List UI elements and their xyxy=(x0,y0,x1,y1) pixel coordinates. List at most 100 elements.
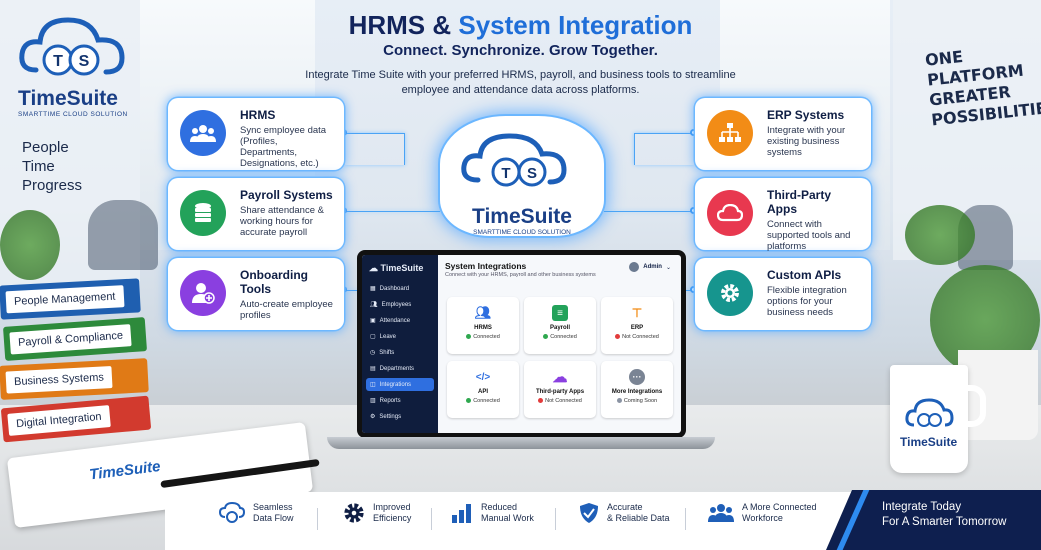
cta-banner: Integrate Today For A Smarter Tomorrow xyxy=(826,490,1041,550)
sidebar-item-leave[interactable]: ▢ Leave xyxy=(366,330,434,343)
sidebar-item-employees[interactable]: 👥︎ Employees xyxy=(366,298,434,311)
laptop: ☁ TimeSuite ▦ Dashboard 👥︎ Employees ▣ Atte… xyxy=(357,250,686,438)
ts-logo-icon: T S xyxy=(461,133,567,187)
cloud-sync-icon xyxy=(219,502,245,523)
app-window: ☁ TimeSuite ▦ Dashboard 👥︎ Employees ▣ Atte… xyxy=(362,255,681,433)
people-icon: 👥︎ xyxy=(370,302,378,308)
team-icon xyxy=(708,504,734,522)
card-title: Third-Party Apps xyxy=(767,188,832,216)
brand-sub: SMARTTIME CLOUD SOLUTION xyxy=(18,111,128,118)
integration-tile-third-party[interactable]: ☁ Third-party Apps Not Connected xyxy=(524,361,596,418)
card-desc: Share attendance & working hours for acc… xyxy=(240,205,324,238)
sidebar-item-settings[interactable]: ⚙ Settings xyxy=(366,410,434,423)
feature-item: Accurate & Reliable Data xyxy=(579,502,670,524)
app-brand: ☁ TimeSuite xyxy=(369,263,424,273)
card-title: Onboarding Tools xyxy=(240,268,308,296)
sidebar-item-shifts[interactable]: ◷ Shifts xyxy=(366,346,434,359)
card-hrms: HRMS Sync employee data (Profiles, Depar… xyxy=(168,98,344,170)
binder: Payroll & Compliance xyxy=(2,317,148,361)
database-icon xyxy=(180,190,226,236)
cloud-logo-icon: T S xyxy=(19,17,125,76)
clock-icon: ◷ xyxy=(370,350,376,356)
people-icon xyxy=(180,110,226,156)
status-dot xyxy=(616,398,622,404)
card-erp: ERP Systems Integrate with your existing… xyxy=(695,98,871,170)
chevron-down-icon: ⌄ xyxy=(665,264,671,271)
document-icon: ≡ xyxy=(552,305,568,321)
feature-item: Reduced Manual Work xyxy=(451,502,534,524)
divider xyxy=(685,508,686,530)
integration-tile-erp[interactable]: ⊤ ERP Not Connected xyxy=(601,297,673,354)
add-user-icon xyxy=(180,270,226,316)
building-icon: ▤ xyxy=(370,366,376,372)
svg-text:S: S xyxy=(79,53,90,70)
app-page-subtitle: Connect with your HRMS, payroll and othe… xyxy=(445,272,596,278)
tagline: Connect. Synchronize. Grow Together. xyxy=(383,42,658,59)
shield-check-icon xyxy=(580,503,598,523)
status-dot xyxy=(466,398,472,404)
cta-line1: Integrate Today xyxy=(882,501,962,513)
cloud-icon xyxy=(707,190,753,236)
hierarchy-icon xyxy=(707,110,753,156)
card-desc: Flexible integration options for your bu… xyxy=(767,285,847,318)
plant xyxy=(0,210,60,280)
sidebar-item-reports[interactable]: ▥ Reports xyxy=(366,394,434,407)
integration-tile-payroll[interactable]: ≡ Payroll Connected xyxy=(524,297,596,354)
status-dot xyxy=(538,398,544,404)
gear-icon: ⚙ xyxy=(370,414,376,420)
page-title: HRMS & System Integration xyxy=(348,10,693,40)
status-dot xyxy=(543,334,549,340)
feature-item: A More Connected Workforce xyxy=(708,502,817,524)
binder: Business Systems xyxy=(0,358,149,400)
sidebar-item-departments[interactable]: ▤ Departments xyxy=(366,362,434,375)
dashboard-icon: ▦ xyxy=(370,286,376,292)
svg-text:T: T xyxy=(53,53,63,70)
card-desc: Connect with supported tools and platfor… xyxy=(767,219,851,252)
sidebar-item-attendance[interactable]: ▣ Attendance xyxy=(366,314,434,327)
card-desc: Integrate with your existing business sy… xyxy=(767,125,846,158)
avatar xyxy=(629,262,640,272)
plug-icon: ◫ xyxy=(370,382,376,388)
description: Integrate Time Suite with your preferred… xyxy=(305,69,736,96)
main-panel: System Integrations Connect with your HR… xyxy=(438,255,681,433)
binder: People Management xyxy=(0,278,141,320)
svg-text:S: S xyxy=(527,165,537,182)
bar-chart-icon xyxy=(452,504,471,523)
mug-brand: TimeSuite xyxy=(900,435,958,449)
connector xyxy=(634,133,694,165)
laptop-base xyxy=(327,437,715,449)
feature-item: Improved Efficiency xyxy=(343,502,411,524)
hierarchy-icon: ⊤ xyxy=(631,306,643,320)
poster: HRMS & System Integration Connect. Synch… xyxy=(0,0,1041,550)
integration-tile-more[interactable]: ··· More Integrations Coming Soon xyxy=(601,361,673,418)
card-third-party: Third-Party Apps Connect with supported … xyxy=(695,178,871,252)
sidebar-item-dashboard[interactable]: ▦ Dashboard xyxy=(366,282,434,295)
card-title: Payroll Systems xyxy=(240,188,333,202)
more-icon: ··· xyxy=(629,369,645,385)
people-icon: 👥︎ xyxy=(474,305,492,320)
status-dot xyxy=(615,334,621,340)
gear-icon xyxy=(707,270,753,316)
user-menu[interactable]: Admin ⌄ xyxy=(629,262,671,272)
connector xyxy=(345,211,440,212)
sidebar: ☁ TimeSuite ▦ Dashboard 👥︎ Employees ▣ Atte… xyxy=(362,255,438,433)
feature-bar: Seamless Data Flow Improved Efficiency Red… xyxy=(165,492,875,550)
card-payroll: Payroll Systems Share attendance & worki… xyxy=(168,178,344,250)
mug: TimeSuite xyxy=(890,365,968,473)
report-icon: ▥ xyxy=(370,398,376,404)
calendar-icon: ▢ xyxy=(370,334,376,340)
mug-handle xyxy=(962,385,986,427)
card-onboarding: Onboarding Tools Auto-create employee pr… xyxy=(168,258,344,330)
sidebar-item-integrations[interactable]: ◫ Integrations xyxy=(366,378,434,391)
integration-tile-api[interactable]: </> API Connected xyxy=(447,361,519,418)
gear-icon xyxy=(344,503,364,523)
brand-name: TimeSuite xyxy=(18,87,118,110)
card-title: ERP Systems xyxy=(767,108,845,122)
center-cloud-logo: T S TimeSuite SMARTTIME CLOUD SOLUTION xyxy=(440,116,604,236)
timesuite-logo: T S TimeSuite SMARTTIME CLOUD SOLUTION xyxy=(18,12,128,118)
notepad-brand: TimeSuite xyxy=(88,457,162,484)
card-desc: Sync employee data (Profiles, Department… xyxy=(240,125,327,169)
slogan: ONE PLATFORM GREATER POSSIBILITIES xyxy=(924,46,1041,130)
integration-tile-hrms[interactable]: 👥︎ HRMS Connected xyxy=(447,297,519,354)
card-desc: Auto-create employee profiles xyxy=(240,299,333,321)
